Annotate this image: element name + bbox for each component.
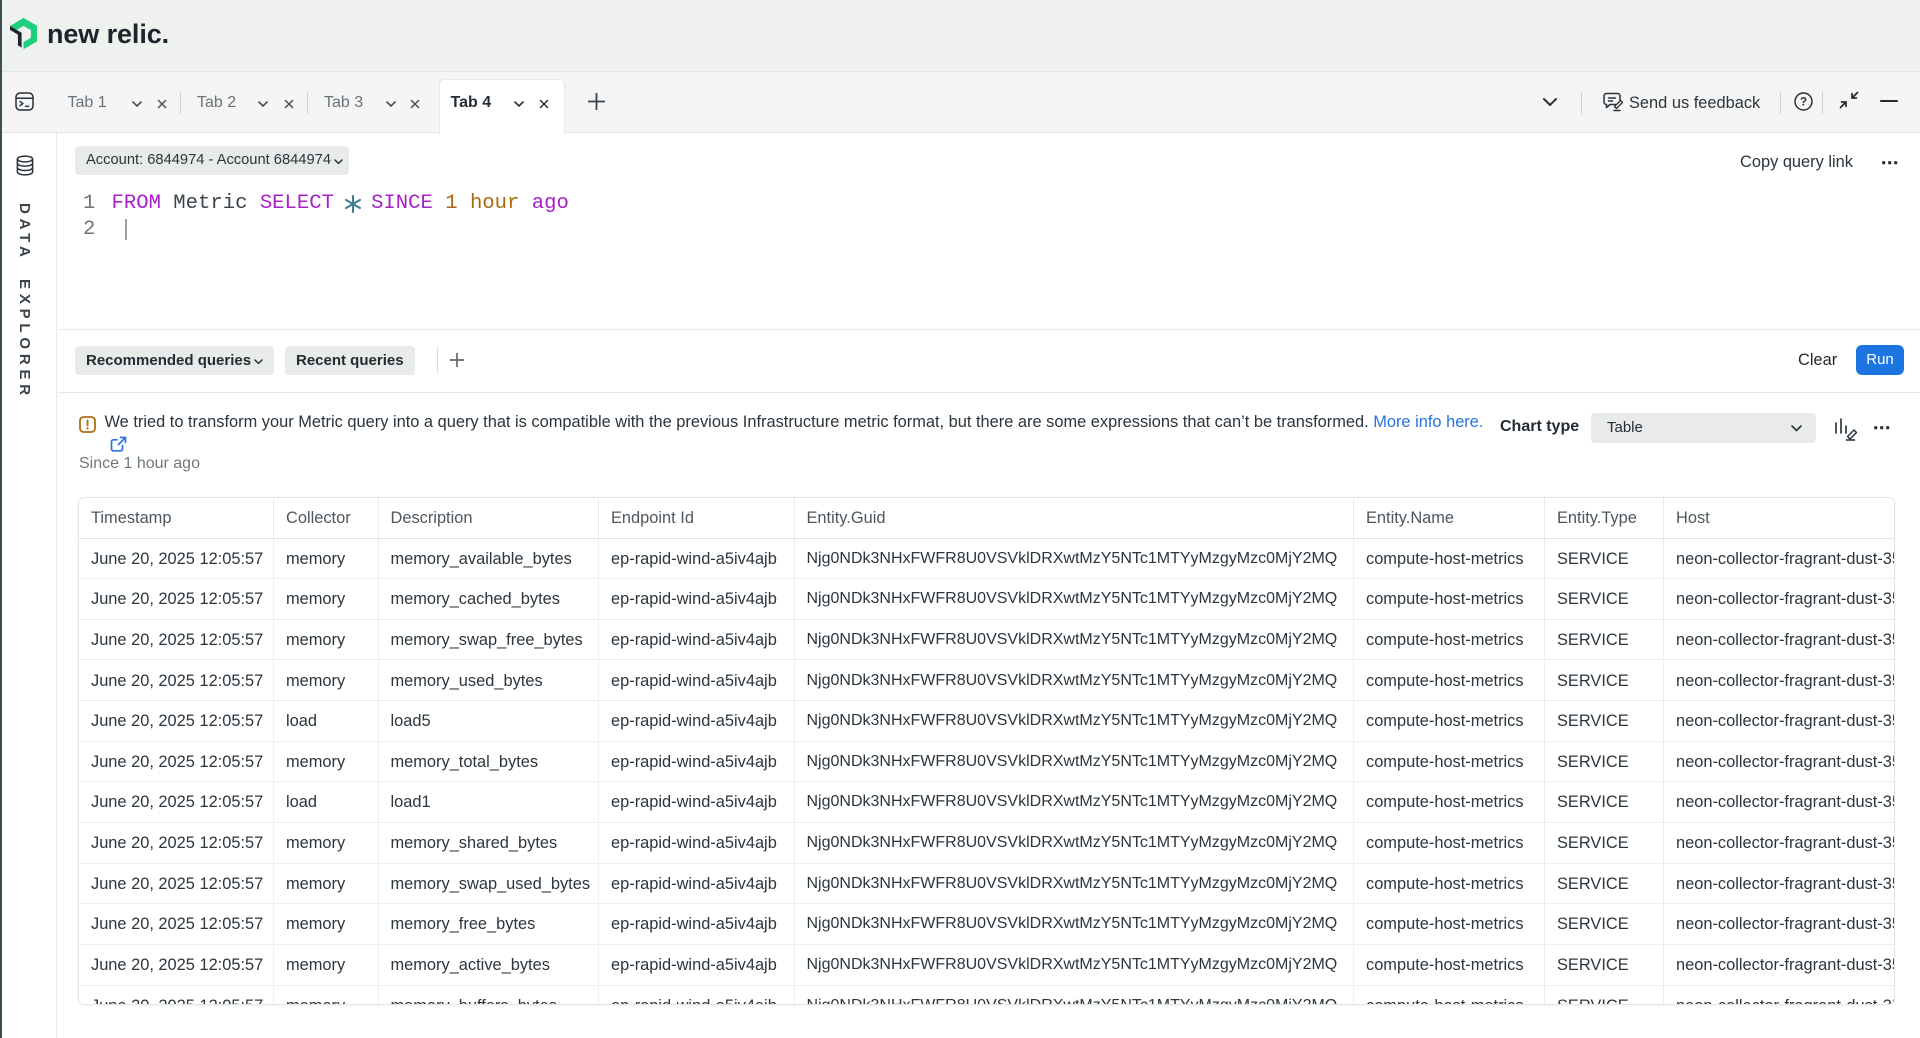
svg-text:?: ?	[1800, 97, 1807, 109]
